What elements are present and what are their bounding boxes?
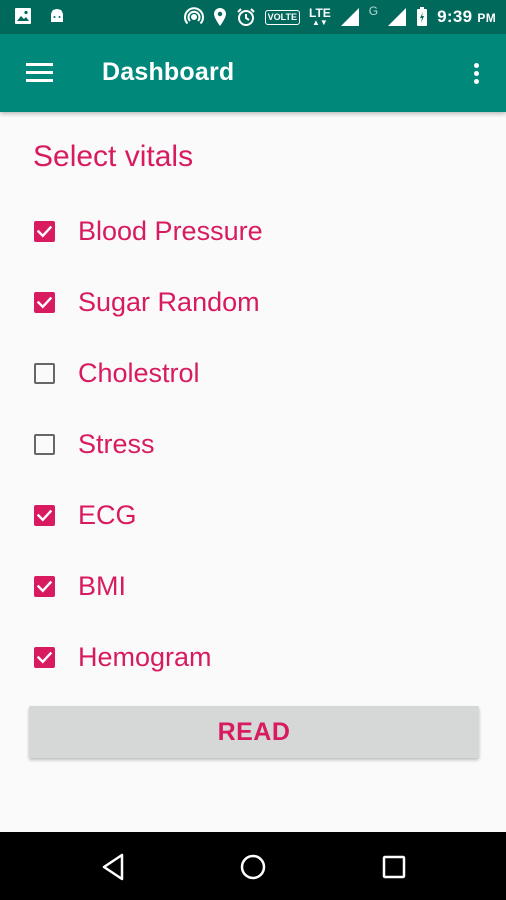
check-icon [36, 651, 53, 664]
volte-badge: VOLTE [264, 9, 300, 25]
checkbox-checked[interactable] [34, 221, 55, 242]
status-time: 9:39 PM [437, 7, 496, 27]
vital-item-ecg[interactable]: ECG [0, 480, 506, 551]
vital-item-blood-pressure[interactable]: Blood Pressure [0, 196, 506, 267]
vital-item-sugar-random[interactable]: Sugar Random [0, 267, 506, 338]
app-bar: Dashboard [0, 34, 506, 112]
page-title: Dashboard [102, 58, 235, 86]
vital-label: Stress [78, 429, 155, 459]
more-vert-icon[interactable] [464, 56, 488, 90]
vital-item-hemogram[interactable]: Hemogram [0, 622, 506, 693]
lte-indicator: LTE ▲▼ [309, 7, 331, 27]
vital-label: Blood Pressure [78, 216, 263, 246]
vital-item-stress[interactable]: Stress [0, 409, 506, 480]
checkbox-checked[interactable] [34, 505, 55, 526]
check-icon [36, 509, 53, 522]
vital-label: BMI [78, 571, 127, 601]
alarm-icon [236, 7, 256, 27]
vital-label: Sugar Random [78, 287, 260, 317]
hamburger-menu-icon[interactable] [20, 57, 60, 89]
read-button[interactable]: READ [29, 706, 479, 758]
check-icon [36, 225, 53, 238]
vital-label: Hemogram [78, 642, 212, 672]
g-network-label: G [368, 4, 379, 18]
hotspot-icon [183, 7, 204, 27]
back-icon[interactable] [97, 850, 131, 884]
checkbox-checked[interactable] [34, 647, 55, 668]
check-icon [36, 580, 53, 593]
navigation-bar [0, 832, 506, 900]
checkbox-unchecked[interactable] [34, 434, 55, 455]
home-icon[interactable] [236, 850, 270, 884]
vitals-list: Blood Pressure Sugar Random Cholestrol S… [0, 196, 506, 693]
section-title: Select vitals [33, 140, 194, 173]
time-value: 9:39 [437, 7, 473, 26]
vital-item-bmi[interactable]: BMI [0, 551, 506, 622]
check-icon [36, 296, 53, 309]
main-content: Select vitals Blood Pressure Sugar Rando… [0, 112, 506, 832]
location-icon [213, 7, 227, 27]
recents-icon[interactable] [377, 850, 411, 884]
vital-label: Cholestrol [78, 358, 200, 388]
signal-icon [340, 7, 360, 27]
checkbox-checked[interactable] [34, 292, 55, 313]
checkbox-checked[interactable] [34, 576, 55, 597]
battery-icon [416, 7, 428, 27]
checkbox-unchecked[interactable] [34, 363, 55, 384]
data-arrows-icon: ▲▼ [311, 18, 328, 27]
vital-item-cholestrol[interactable]: Cholestrol [0, 338, 506, 409]
image-icon [14, 7, 32, 25]
vital-label: ECG [78, 500, 137, 530]
status-bar: VOLTE LTE ▲▼ G 9:39 PM [0, 0, 506, 34]
time-ampm: PM [477, 11, 496, 25]
android-icon [48, 7, 66, 25]
signal-icon-2 [387, 7, 407, 27]
